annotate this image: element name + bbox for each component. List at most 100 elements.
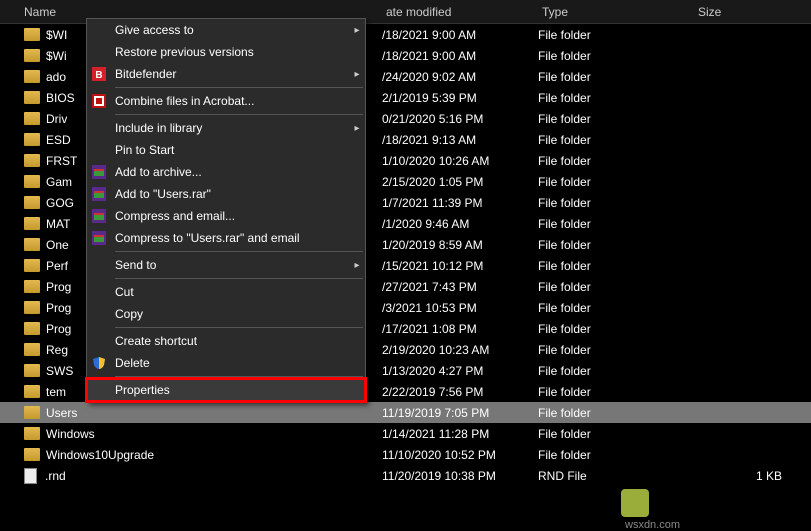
menu-separator: [115, 87, 363, 88]
folder-icon: [24, 427, 40, 440]
cell-type: File folder: [538, 28, 694, 42]
cell-date: 2/19/2020 10:23 AM: [382, 343, 538, 357]
submenu-arrow-icon: ▸: [349, 69, 365, 80]
cell-date: 1/7/2021 11:39 PM: [382, 196, 538, 210]
folder-icon: [24, 217, 40, 230]
cell-date: /18/2021 9:00 AM: [382, 49, 538, 63]
watermark-logo-icon: [621, 489, 649, 517]
file-name-label: Windows: [46, 427, 95, 441]
cell-type: File folder: [538, 322, 694, 336]
winrar-icon: [87, 187, 111, 201]
menu-label: Properties: [111, 383, 365, 397]
svg-text:B: B: [95, 70, 102, 81]
menu-compress-and-email[interactable]: Compress and email...: [87, 205, 365, 227]
column-header-type[interactable]: Type: [538, 0, 694, 23]
file-name-label: GOG: [46, 196, 74, 210]
folder-icon: [24, 322, 40, 335]
file-name-label: Gam: [46, 175, 72, 189]
table-row[interactable]: Windows10Upgrade11/10/2020 10:52 PMFile …: [0, 444, 811, 465]
folder-icon: [24, 385, 40, 398]
cell-date: /27/2021 7:43 PM: [382, 280, 538, 294]
folder-icon: [24, 112, 40, 125]
file-name-label: $WI: [46, 28, 67, 42]
cell-date: 2/1/2019 5:39 PM: [382, 91, 538, 105]
cell-date: /18/2021 9:00 AM: [382, 28, 538, 42]
menu-include-in-library[interactable]: Include in library ▸: [87, 117, 365, 139]
file-name-label: Windows10Upgrade: [46, 448, 154, 462]
cell-date: 11/10/2020 10:52 PM: [382, 448, 538, 462]
cell-type: File folder: [538, 259, 694, 273]
menu-send-to[interactable]: Send to ▸: [87, 254, 365, 276]
file-name-label: Perf: [46, 259, 68, 273]
table-row[interactable]: Users11/19/2019 7:05 PMFile folder: [0, 402, 811, 423]
cell-date: /24/2020 9:02 AM: [382, 70, 538, 84]
cell-size: 1 KB: [694, 469, 794, 483]
menu-copy[interactable]: Copy: [87, 303, 365, 325]
cell-type: File folder: [538, 133, 694, 147]
column-header-size[interactable]: Size: [694, 0, 794, 23]
cell-date: 2/15/2020 1:05 PM: [382, 175, 538, 189]
file-name-label: .rnd: [45, 469, 66, 483]
file-name-label: Prog: [46, 280, 71, 294]
table-row[interactable]: .rnd11/20/2019 10:38 PMRND File1 KB: [0, 465, 811, 486]
menu-label: Include in library: [111, 121, 349, 135]
menu-label: Add to "Users.rar": [111, 187, 365, 201]
menu-delete[interactable]: Delete: [87, 352, 365, 374]
file-name-label: $Wi: [46, 49, 67, 63]
cell-type: File folder: [538, 112, 694, 126]
file-name-label: Prog: [46, 322, 71, 336]
menu-restore-previous-versions[interactable]: Restore previous versions: [87, 41, 365, 63]
cell-type: File folder: [538, 280, 694, 294]
menu-combine-acrobat[interactable]: Combine files in Acrobat...: [87, 90, 365, 112]
folder-icon: [24, 280, 40, 293]
menu-separator: [115, 327, 363, 328]
file-name-label: Reg: [46, 343, 68, 357]
menu-add-to-archive[interactable]: Add to archive...: [87, 161, 365, 183]
menu-label: Combine files in Acrobat...: [111, 94, 365, 108]
menu-label: Cut: [111, 285, 365, 299]
winrar-icon: [87, 231, 111, 245]
folder-icon: [24, 259, 40, 272]
menu-compress-users-rar-and-email[interactable]: Compress to "Users.rar" and email: [87, 227, 365, 249]
cell-type: File folder: [538, 364, 694, 378]
cell-date: /15/2021 10:12 PM: [382, 259, 538, 273]
menu-label: Delete: [111, 356, 365, 370]
file-name-label: Driv: [46, 112, 67, 126]
menu-cut[interactable]: Cut: [87, 281, 365, 303]
menu-create-shortcut[interactable]: Create shortcut: [87, 330, 365, 352]
file-name-label: One: [46, 238, 69, 252]
folder-icon: [24, 91, 40, 104]
column-header-date[interactable]: ate modified: [382, 0, 538, 23]
cell-type: File folder: [538, 343, 694, 357]
menu-label: Bitdefender: [111, 67, 349, 81]
menu-label: Compress to "Users.rar" and email: [111, 231, 365, 245]
cell-type: File folder: [538, 427, 694, 441]
menu-give-access-to[interactable]: Give access to ▸: [87, 19, 365, 41]
menu-separator: [115, 278, 363, 279]
file-name-label: Users: [46, 406, 77, 420]
cell-date: /18/2021 9:13 AM: [382, 133, 538, 147]
menu-separator: [115, 114, 363, 115]
cell-name: Windows10Upgrade: [0, 448, 382, 462]
cell-date: 0/21/2020 5:16 PM: [382, 112, 538, 126]
cell-date: /1/2020 9:46 AM: [382, 217, 538, 231]
menu-separator: [115, 376, 363, 377]
menu-bitdefender[interactable]: B Bitdefender ▸: [87, 63, 365, 85]
folder-icon: [24, 238, 40, 251]
winrar-icon: [87, 165, 111, 179]
submenu-arrow-icon: ▸: [349, 25, 365, 36]
cell-date: 1/14/2021 11:28 PM: [382, 427, 538, 441]
file-name-label: MAT: [46, 217, 70, 231]
submenu-arrow-icon: ▸: [349, 260, 365, 271]
cell-type: File folder: [538, 70, 694, 84]
cell-date: /17/2021 1:08 PM: [382, 322, 538, 336]
menu-properties[interactable]: Properties: [87, 379, 365, 401]
table-row[interactable]: Windows 1/14/2021 11:28 PMFile folder: [0, 423, 811, 444]
menu-label: Add to archive...: [111, 165, 365, 179]
file-name-label: ado: [46, 70, 66, 84]
menu-pin-to-start[interactable]: Pin to Start: [87, 139, 365, 161]
file-name-label: SWS: [46, 364, 73, 378]
menu-add-to-users-rar[interactable]: Add to "Users.rar": [87, 183, 365, 205]
file-icon: [24, 468, 37, 484]
menu-label: Pin to Start: [111, 143, 365, 157]
